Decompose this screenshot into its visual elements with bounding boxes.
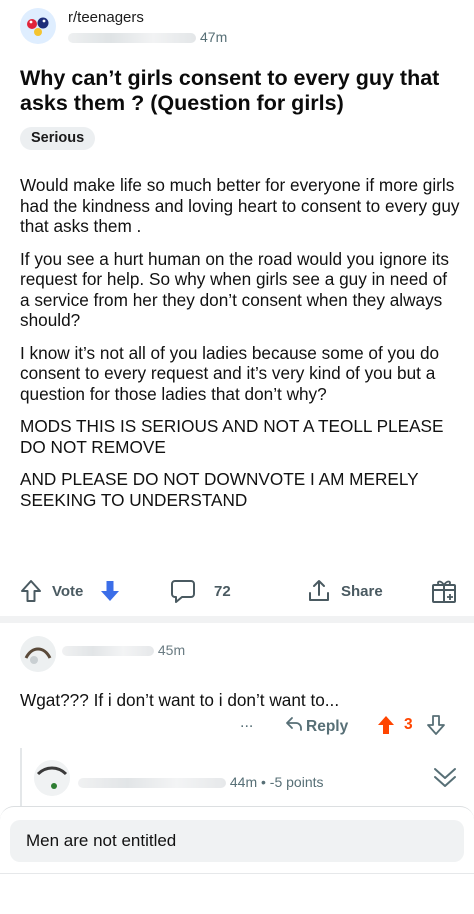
share-label[interactable]: Share (341, 574, 383, 608)
comment-score: 3 (404, 716, 413, 733)
more-dots-icon[interactable]: ... (240, 714, 253, 732)
post-paragraph: If you see a hurt human on the road woul… (20, 248, 449, 331)
collapse-chevron-icon[interactable] (430, 764, 460, 797)
arrow-up-icon (20, 579, 42, 603)
share-icon (306, 578, 332, 604)
arrow-down-icon (99, 579, 121, 603)
vote-label: Vote (52, 582, 84, 600)
subreddit-name[interactable]: r/teenagers (68, 9, 144, 26)
comment-bubble-icon (170, 578, 196, 604)
post-header: r/teenagers 47m (20, 8, 460, 48)
commenter-avatar[interactable] (34, 760, 70, 796)
comment-text: Wgat??? If i don’t want to i don’t want … (20, 690, 340, 710)
reply-arrow-icon (284, 715, 304, 738)
post-title: Why can’t girls consent to every guy tha… (20, 66, 440, 115)
comment-count: 72 (214, 582, 231, 600)
upvote-button[interactable] (20, 574, 42, 608)
arrow-down-icon (426, 715, 446, 740)
comment-time: 45m (157, 642, 186, 658)
post-flair[interactable]: Serious (20, 127, 96, 150)
commenter-avatar[interactable] (20, 636, 56, 672)
post-paragraph: I know it’s not all of you ladies becaus… (20, 342, 440, 404)
downvote-button[interactable] (99, 574, 121, 608)
comment-actions: ... Reply 3 (240, 714, 464, 740)
post-paragraph: AND PLEASE DO NOT DOWNVOTE I AM MERELY S… (20, 469, 419, 510)
section-divider (0, 616, 474, 623)
arrow-up-icon (376, 716, 396, 740)
post-paragraph: MODS THIS IS SERIOUS AND NOT A TEOLL PLE… (20, 416, 444, 457)
share-button[interactable] (306, 574, 332, 608)
redacted-username (62, 646, 154, 657)
award-icon (430, 577, 458, 605)
redacted-username (78, 778, 226, 789)
post-action-bar: Vote 72 Share (20, 574, 460, 608)
comments-button[interactable] (170, 574, 196, 608)
bottom-divider (0, 873, 474, 874)
subreddit-avatar-icon[interactable] (20, 8, 56, 44)
post-meta: 47m (68, 29, 227, 45)
comment-downvote-button[interactable] (426, 714, 446, 741)
redacted-username (68, 33, 196, 44)
reply-button[interactable]: Reply (284, 715, 348, 738)
reply-input[interactable]: Men are not entitled (10, 820, 464, 862)
post-body: Would make life so much better for every… (20, 175, 460, 522)
award-button[interactable] (430, 574, 458, 608)
comment-upvote-button[interactable] (376, 714, 396, 741)
post-time: 47m (200, 29, 228, 45)
post-paragraph: Would make life so much better for every… (20, 175, 460, 236)
comment-meta: 44m • -5 points (78, 774, 324, 790)
reply-input-value: Men are not entitled (26, 831, 177, 850)
comment-meta-text: 44m • -5 points (229, 774, 324, 790)
comment-meta: 45m (62, 642, 185, 658)
reply-label: Reply (306, 717, 349, 735)
